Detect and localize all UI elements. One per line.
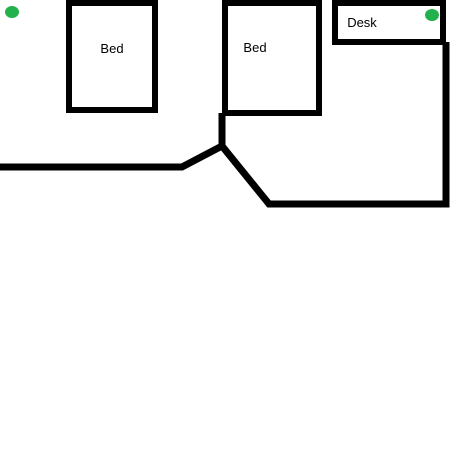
marker-top-left <box>5 6 19 18</box>
floor-plan-diagram: Bed Bed Desk <box>0 0 455 455</box>
bed-right-label: Bed <box>243 40 266 55</box>
bed-left-label: Bed <box>100 41 123 56</box>
floor-plan-canvas: Bed Bed Desk <box>0 0 455 455</box>
marker-desk <box>425 9 439 21</box>
desk-label: Desk <box>347 15 377 30</box>
